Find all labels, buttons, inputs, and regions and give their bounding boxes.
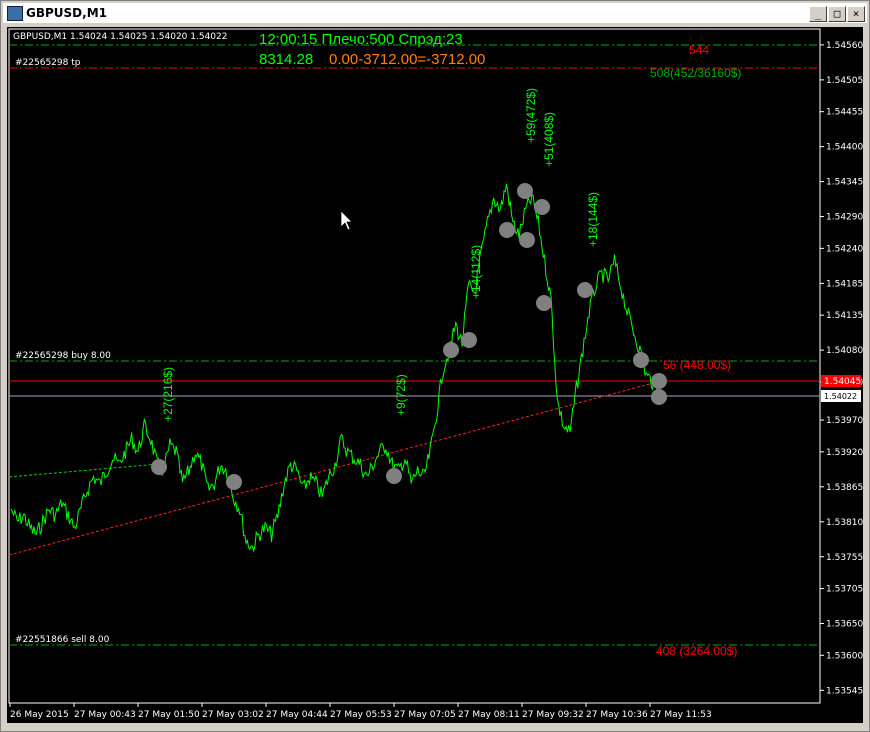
x-tick-label: 27 May 03:02 — [202, 710, 264, 720]
y-tick-label: 1.54345 — [826, 178, 863, 188]
annotation-9: +9(72$) — [394, 374, 408, 416]
mouse-cursor-icon — [340, 210, 353, 231]
close-button[interactable]: × — [847, 6, 865, 22]
buy-profit-label: 56 (448.00$) — [663, 358, 731, 372]
y-tick-label: 1.54505 — [826, 76, 863, 86]
info-pnl: 0.00-3712.00=-3712.00 — [329, 51, 485, 68]
info-balance: 8314.28 — [259, 51, 313, 68]
tp-distance-label: 508(452/36160$) — [650, 66, 741, 80]
trade-marker[interactable] — [519, 232, 535, 248]
x-tick-label: 27 May 00:43 — [74, 710, 136, 720]
trade-marker[interactable] — [651, 373, 667, 389]
y-tick-label: 1.53705 — [826, 585, 863, 595]
price-chart[interactable]: GBPUSD,M1 1.54024 1.54025 1.54020 1.5402… — [7, 27, 863, 723]
y-tick-label: 1.53545 — [826, 686, 863, 696]
x-tick-label: 27 May 04:44 — [266, 710, 328, 720]
y-tick-label: 1.54290 — [826, 213, 863, 223]
trade-marker[interactable] — [633, 352, 649, 368]
y-tick-label: 1.54240 — [826, 244, 863, 254]
sell-loss-label: 408 (3264.00$) — [656, 644, 737, 658]
y-tick-label: 1.53970 — [826, 416, 863, 426]
trade-marker[interactable] — [499, 222, 515, 238]
top-red-label: 544 — [689, 43, 709, 57]
y-tick-label: 1.54455 — [826, 108, 863, 118]
y-tick-label: 1.53600 — [826, 651, 863, 661]
annotation-27: +27(216$) — [161, 367, 175, 422]
x-tick-label: 26 May 2015 — [10, 710, 69, 720]
x-tick-label: 27 May 07:05 — [394, 710, 456, 720]
trade-marker[interactable] — [386, 468, 402, 484]
x-tick-label: 27 May 11:53 — [650, 710, 712, 720]
trend-line-green[interactable] — [8, 463, 160, 478]
trade-marker[interactable] — [536, 295, 552, 311]
annotation-18: +18(144$) — [586, 192, 600, 247]
y-tick-label: 1.53920 — [826, 448, 863, 458]
y-tick-label: 1.53755 — [826, 553, 863, 563]
x-tick-label: 27 May 09:32 — [522, 710, 584, 720]
price-series-line — [10, 183, 660, 553]
y-tick-label: 1.53865 — [826, 483, 863, 493]
annotation-51: +51(408$) — [542, 112, 556, 167]
x-tick-label: 27 May 10:36 — [586, 710, 648, 720]
annotation-14: +14(112$) — [469, 245, 483, 299]
annotation-59: +59(472$) — [524, 88, 538, 143]
ask-price-mark: 1.54045 — [824, 377, 861, 387]
trade-marker[interactable] — [226, 474, 242, 490]
minimize-button[interactable]: _ — [809, 6, 827, 22]
trade-marker[interactable] — [651, 389, 667, 405]
y-tick-label: 1.54135 — [826, 311, 863, 321]
sell-order-label: #22551866 sell 8.00 — [15, 635, 110, 645]
symbol-quote: GBPUSD,M1 1.54024 1.54025 1.54020 1.5402… — [13, 32, 227, 42]
trade-marker[interactable] — [461, 332, 477, 348]
x-tick-label: 27 May 05:53 — [330, 710, 392, 720]
y-tick-label: 1.54080 — [826, 346, 863, 356]
trade-marker[interactable] — [517, 183, 533, 199]
chart-window-icon — [7, 6, 23, 21]
x-tick-label: 27 May 08:11 — [458, 710, 520, 720]
tp-order-label: #22565298 tp — [15, 58, 81, 68]
y-tick-label: 1.53650 — [826, 620, 863, 630]
x-tick-label: 27 May 01:50 — [138, 710, 200, 720]
trade-marker[interactable] — [151, 459, 167, 475]
trade-marker[interactable] — [443, 342, 459, 358]
title-bar[interactable]: GBPUSD,M1 _ □ × — [3, 3, 867, 23]
current-price-mark: 1.54022 — [824, 392, 857, 401]
terminal-window: GBPUSD,M1 _ □ × GBPUSD,M1 1.54024 1.5402… — [0, 0, 870, 732]
y-tick-label: 1.54560 — [826, 41, 863, 51]
trade-marker[interactable] — [577, 282, 593, 298]
y-tick-label: 1.54400 — [826, 143, 863, 153]
window-title: GBPUSD,M1 — [26, 6, 107, 20]
buy-order-label: #22565298 buy 8.00 — [15, 351, 111, 361]
y-tick-label: 1.53810 — [826, 518, 863, 528]
maximize-button[interactable]: □ — [828, 6, 846, 22]
trade-marker[interactable] — [534, 199, 550, 215]
y-tick-label: 1.54185 — [826, 279, 863, 289]
